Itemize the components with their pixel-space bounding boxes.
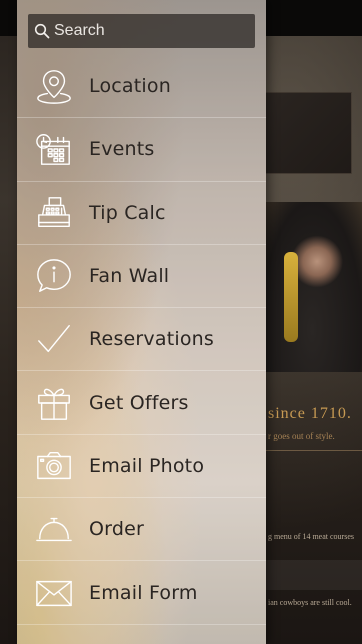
search-icon	[34, 23, 50, 39]
background-chef-photo	[262, 202, 362, 372]
background-since-text: since 1710.	[268, 405, 352, 422]
menu-item-label: Events	[89, 138, 155, 161]
background-banner	[262, 92, 352, 174]
menu-item-label: Email Photo	[89, 454, 205, 477]
background-divider	[262, 450, 362, 451]
background-since-subtext: r goes out of style.	[268, 431, 335, 441]
menu-item-location[interactable]: Location	[17, 55, 266, 119]
menu-item-label: Get Offers	[89, 391, 189, 414]
gift-icon	[34, 383, 74, 423]
menu-item-label: Location	[89, 75, 171, 98]
service-bell-icon	[34, 509, 74, 549]
checkmark-icon	[34, 319, 74, 359]
info-speech-bubble-icon	[34, 256, 74, 296]
search-bar[interactable]	[28, 14, 255, 48]
menu-item-reservations[interactable]: Reservations	[17, 308, 266, 372]
cash-register-icon	[34, 193, 74, 233]
envelope-icon	[34, 573, 74, 613]
menu-item-tip-calc[interactable]: Tip Calc	[17, 182, 266, 245]
menu-item-label: Tip Calc	[89, 201, 166, 224]
background-cowboys-text: ian cowboys are still cool.	[268, 598, 352, 607]
camera-icon	[34, 446, 74, 486]
menu-item-email-photo[interactable]: Email Photo	[17, 435, 266, 499]
menu-item-get-offers[interactable]: Get Offers	[17, 371, 266, 435]
menu-item-label: Reservations	[89, 328, 215, 351]
menu-item-label: Fan Wall	[89, 265, 170, 288]
menu-item-order[interactable]: Order	[17, 498, 266, 562]
menu-item-fan-wall[interactable]: Fan Wall	[17, 245, 266, 309]
drawer-menu: Location Events Tip Calc Fan Wall Reserv…	[17, 55, 266, 625]
side-drawer: Location	[17, 0, 266, 644]
background-band	[262, 560, 362, 590]
background-menu-text: g menu of 14 meat courses	[268, 532, 354, 541]
menu-item-label: Email Form	[89, 581, 198, 604]
search-input[interactable]	[54, 22, 244, 40]
menu-item-label: Order	[89, 518, 144, 541]
menu-item-email-form[interactable]: Email Form	[17, 561, 266, 625]
map-pin-icon	[34, 66, 74, 106]
menu-item-events[interactable]: Events	[17, 118, 266, 182]
calendar-clock-icon	[34, 129, 74, 169]
